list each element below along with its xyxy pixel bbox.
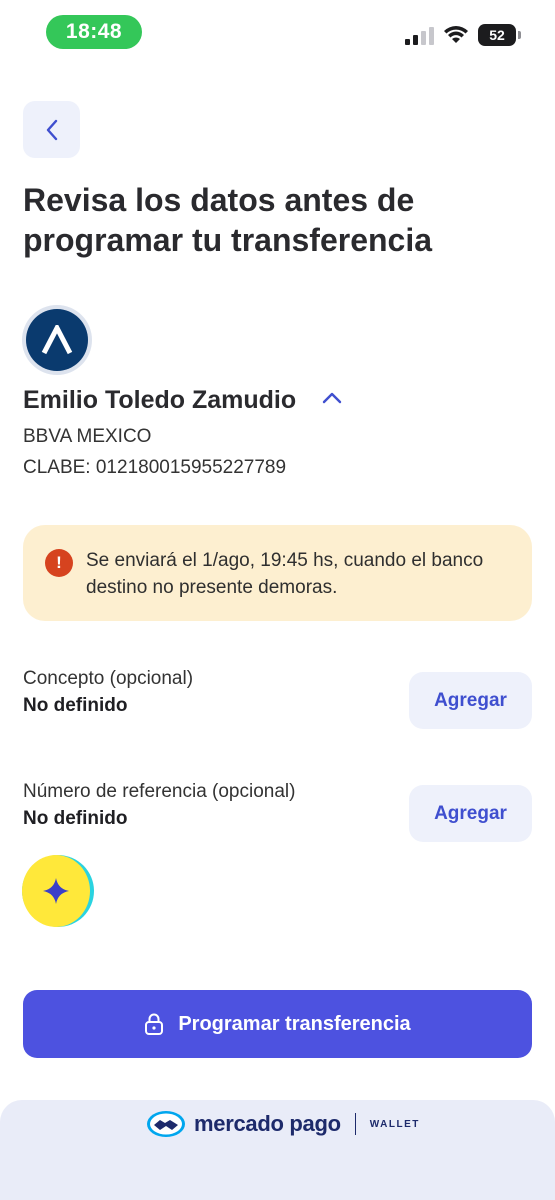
assistant-button[interactable]	[22, 855, 94, 927]
footer-brand-sub: WALLET	[369, 1118, 420, 1130]
chevron-left-icon	[46, 119, 57, 140]
warning-icon: !	[45, 549, 73, 577]
mercado-pago-logo-icon	[147, 1111, 185, 1137]
battery-nub	[518, 31, 521, 39]
status-bar: 18:48 52	[0, 0, 555, 62]
back-button[interactable]	[23, 101, 80, 158]
footer-divider	[354, 1113, 356, 1135]
notice-text: Se enviará el 1/ago, 19:45 hs, cuando el…	[86, 550, 484, 598]
chevron-up-icon[interactable]	[322, 391, 342, 405]
reference-value: No definido	[23, 808, 128, 829]
sparkle-icon	[43, 878, 69, 904]
footer-brand: mercado pago WALLET	[146, 1110, 420, 1138]
recipient-clabe: CLABE: 012180015955227789	[23, 457, 287, 478]
concept-value: No definido	[23, 695, 128, 716]
footer-brand-name: mercado pago	[194, 1111, 341, 1136]
lock-icon	[145, 1013, 164, 1035]
recipient-name: Emilio Toledo Zamudio	[23, 386, 297, 414]
wifi-icon	[444, 26, 468, 43]
app-footer: mercado pago WALLET	[0, 1100, 555, 1200]
battery-level-text: 52	[489, 27, 505, 43]
page-title: Revisa los datos antes de programar tu t…	[23, 182, 433, 258]
bank-avatar	[22, 305, 92, 375]
recipient-bank: BBVA MEXICO	[23, 426, 152, 447]
add-reference-button[interactable]: Agregar	[409, 785, 532, 842]
schedule-transfer-button[interactable]: Programar transferencia	[23, 990, 532, 1058]
reference-label: Número de referencia (opcional)	[23, 781, 296, 802]
schedule-transfer-label: Programar transferencia	[178, 1012, 411, 1035]
schedule-notice: ! Se enviará el 1/ago, 19:45 hs, cuando …	[23, 525, 532, 621]
add-concept-button[interactable]: Agregar	[409, 672, 532, 729]
cellular-signal-icon	[405, 27, 434, 45]
bank-logo-icon	[41, 325, 73, 355]
battery-indicator: 52	[478, 24, 516, 46]
status-time: 18:48	[46, 15, 142, 49]
concept-label: Concepto (opcional)	[23, 668, 194, 689]
